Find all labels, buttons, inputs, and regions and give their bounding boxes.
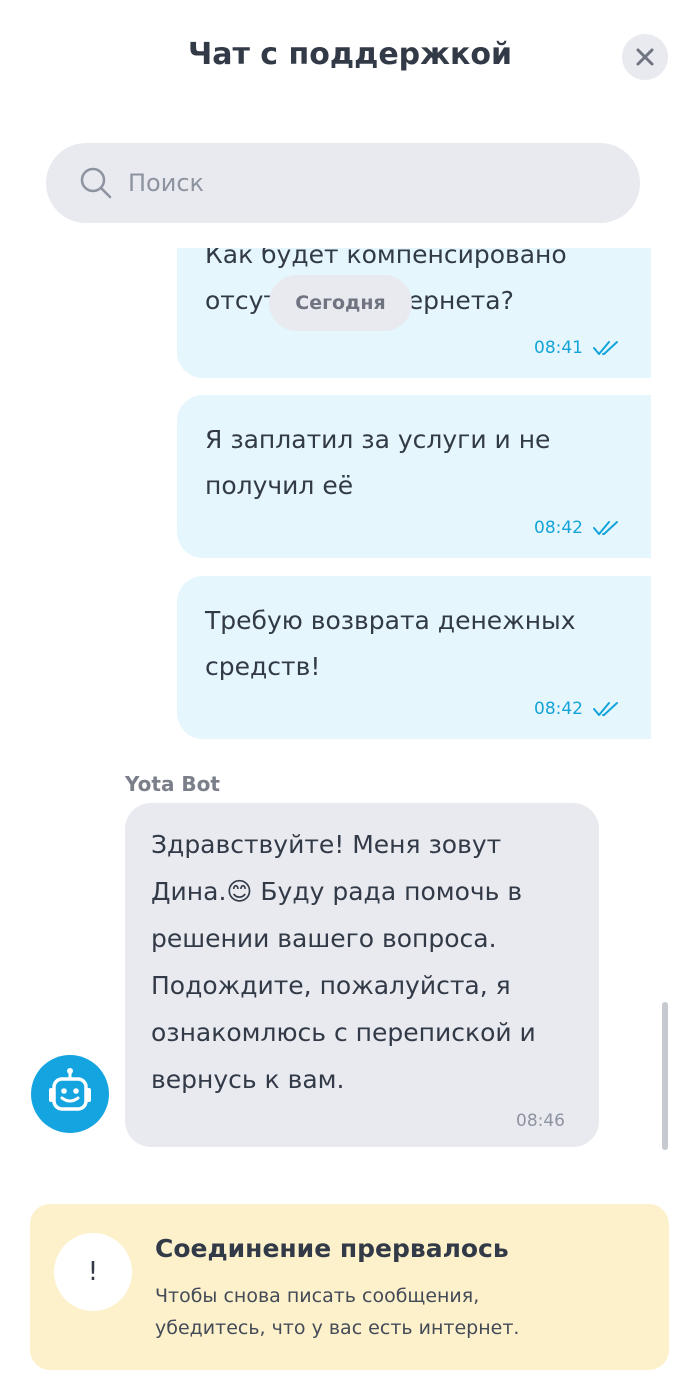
message-meta: 08:42 (534, 518, 621, 538)
double-check-icon (593, 341, 618, 355)
message-incoming[interactable]: Здравствуйте! Меня зовут Дина.😊 Буду рад… (125, 803, 599, 1147)
message-time: 08:42 (534, 699, 583, 719)
close-icon (636, 48, 654, 66)
bot-avatar (31, 1055, 109, 1133)
connection-lost-alert: ! Соединение прервалось Чтобы снова писа… (30, 1204, 669, 1370)
message-time: 08:41 (534, 338, 583, 358)
message-meta: 08:41 (534, 338, 621, 358)
search-input[interactable] (128, 163, 608, 203)
message-outgoing[interactable]: Как будет компенсировано отсутствие инте… (177, 248, 651, 378)
message-time: 08:46 (516, 1111, 565, 1131)
alert-text: Чтобы снова писать сообщения, убедитесь,… (155, 1285, 520, 1339)
message-outgoing[interactable]: Требую возврата денежных средств! 08:42 (177, 576, 651, 739)
double-check-icon (593, 521, 618, 535)
double-check-icon (593, 702, 618, 716)
date-separator: Сегодня (269, 275, 412, 331)
page-title: Чат с поддержкой (187, 37, 512, 72)
scrollbar[interactable] (662, 1002, 668, 1150)
search-bar[interactable] (46, 143, 640, 223)
message-text: Требую возврата денежных средств! (205, 606, 576, 681)
search-icon (80, 167, 112, 199)
message-list[interactable]: Как будет компенсировано отсутствие инте… (0, 248, 700, 1180)
message-meta: 08:42 (534, 699, 621, 719)
support-chat-screen: Чат с поддержкой Как будет компенсирован… (0, 0, 700, 1400)
exclamation-icon: ! (54, 1233, 132, 1311)
message-text: Как будет компенсировано отсутствие инте… (205, 248, 567, 315)
message-text: Я заплатил за услуги и не получил её (205, 425, 551, 500)
robot-icon (49, 1068, 91, 1111)
sender-name: Yota Bot (125, 772, 220, 796)
message-outgoing[interactable]: Я заплатил за услуги и не получил её 08:… (177, 395, 651, 558)
close-button[interactable] (622, 34, 668, 80)
message-text: Здравствуйте! Меня зовут Дина.😊 Буду рад… (151, 830, 536, 1094)
message-time: 08:42 (534, 518, 583, 538)
alert-title: Соединение прервалось (155, 1234, 509, 1263)
